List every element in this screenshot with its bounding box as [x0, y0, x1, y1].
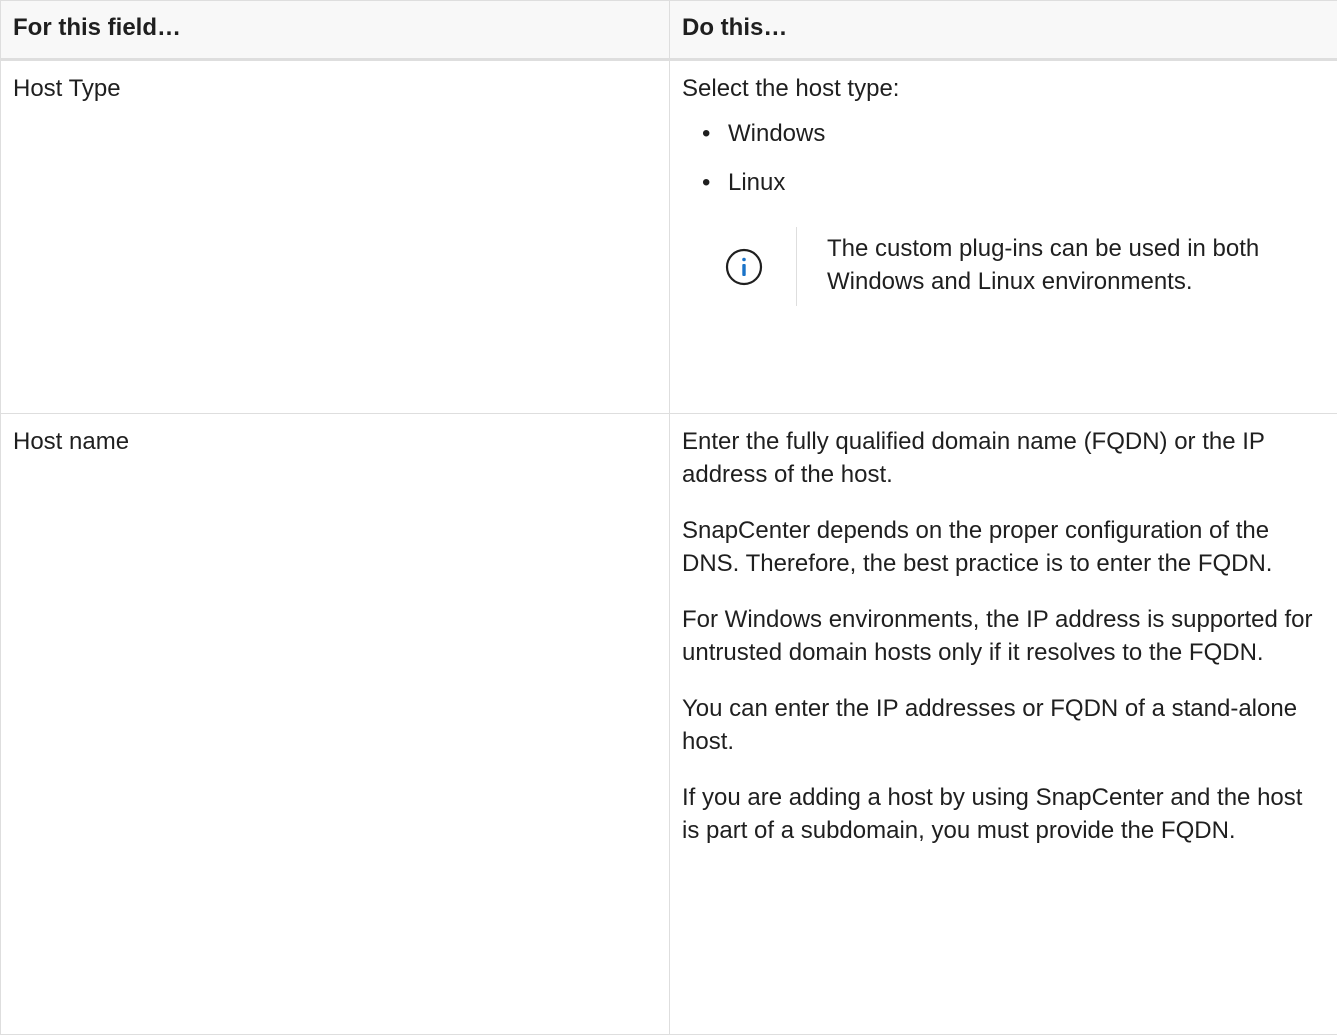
instruction-cell: Select the host type: • Windows • Linux Th…	[669, 59, 1337, 414]
note-icon-column	[692, 227, 797, 306]
column-header-action: Do this…	[669, 0, 1337, 61]
bullet-icon: •	[702, 169, 711, 196]
note-text: The custom plug-ins can be used in both …	[827, 235, 1260, 295]
instruction-paragraph: You can enter the IP addresses or FQDN o…	[682, 695, 1298, 755]
bullet-icon: •	[702, 120, 711, 147]
instruction-text: Select the host type:	[682, 75, 900, 102]
table-row: Host Type Select the host type: • Windows…	[0, 59, 1337, 414]
table-header-row: For this field… Do this…	[0, 0, 1337, 61]
info-icon	[725, 248, 763, 285]
field-description-table: For this field… Do this… Host Type Selec…	[0, 0, 1337, 1035]
instruction-cell: Enter the fully qualified domain name (F…	[669, 413, 1337, 1035]
column-header-field: For this field…	[0, 0, 670, 61]
option-label: Windows	[728, 120, 826, 147]
note-box: The custom plug-ins can be used in both …	[692, 227, 1325, 306]
instruction-paragraph: SnapCenter depends on the proper configu…	[682, 517, 1273, 577]
table-row: Host name Enter the fully qualified doma…	[0, 413, 1337, 1035]
instruction-paragraph: If you are adding a host by using SnapCe…	[682, 784, 1303, 844]
field-name-cell: Host Type	[0, 59, 670, 414]
list-item: • Linux	[702, 166, 1325, 199]
host-type-options: • Windows • Linux	[682, 117, 1325, 199]
instruction-paragraph: For Windows environments, the IP address…	[682, 606, 1313, 666]
field-name-cell: Host name	[0, 413, 670, 1035]
instruction-paragraph: Enter the fully qualified domain name (F…	[682, 428, 1265, 488]
list-item: • Windows	[702, 117, 1325, 150]
option-label: Linux	[728, 169, 786, 196]
